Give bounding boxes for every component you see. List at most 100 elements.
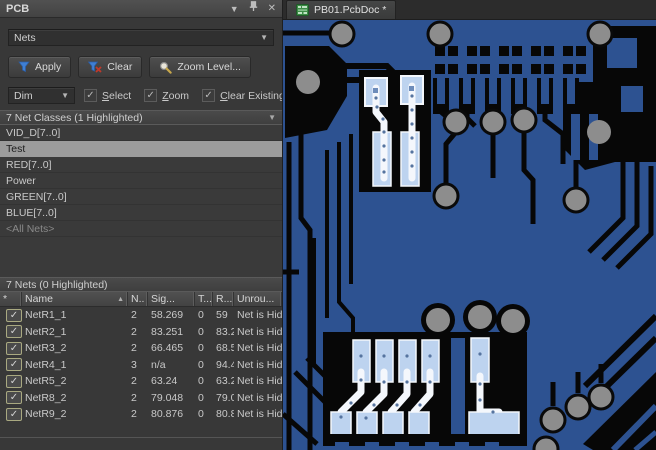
net-classes-header[interactable]: 7 Net Classes (1 Highlighted) ▼ [0, 110, 282, 125]
pcb-canvas[interactable] [283, 20, 656, 450]
pcb-render [283, 20, 656, 450]
net-row[interactable]: ✓NetR1_1 2 58.269 0 59 Net is Hidden [0, 307, 282, 324]
net-row[interactable]: ✓NetR9_2 2 80.876 0 80.8Net is Hidden [0, 406, 282, 423]
dim-value: Dim [14, 89, 33, 102]
net-enable-cell: ✓ [0, 341, 22, 355]
pin-icon[interactable] [249, 0, 258, 18]
net-t-value: 0 [198, 375, 204, 388]
zoom-level-button-label: Zoom Level... [177, 61, 241, 73]
column-header-unrou[interactable]: Unrou... [234, 292, 282, 306]
net-enable-cell: ✓ [0, 374, 22, 388]
net-routed-length: 59 [216, 309, 228, 322]
net-class-item[interactable]: Power [0, 173, 282, 189]
column-header-r[interactable]: R... [213, 292, 234, 306]
dim-select[interactable]: Dim ▼ [8, 87, 75, 104]
panel-dropdown-icon[interactable]: ▼ [230, 0, 239, 18]
column-header-*[interactable]: * [0, 292, 22, 306]
pcbdoc-icon [296, 4, 309, 16]
net-enable-cell: ✓ [0, 325, 22, 339]
checkbox-label: Zoom [162, 89, 190, 102]
magnifier-icon [160, 61, 173, 74]
chevron-down-icon: ▼ [268, 113, 276, 122]
net-class-item[interactable]: GREEN[7..0] [0, 189, 282, 205]
net-visible-checkbox[interactable]: ✓ [6, 308, 22, 322]
net-classes-header-label: 7 Net Classes (1 Highlighted) [6, 111, 143, 124]
checkbox-zoom[interactable]: ✓ [144, 89, 158, 102]
net-class-item[interactable]: BLUE[7..0] [0, 205, 282, 221]
chevron-down-icon: ▼ [61, 91, 69, 100]
column-header-n[interactable]: N.. [128, 292, 148, 306]
net-visible-checkbox[interactable]: ✓ [6, 374, 22, 388]
net-row[interactable]: ✓NetR2_1 2 83.251 0 83.2Net is Hidden [0, 324, 282, 341]
panel-mode-value: Nets [14, 31, 36, 44]
net-visible-checkbox[interactable]: ✓ [6, 391, 22, 405]
net-class-item[interactable]: VID_D[7..0] [0, 125, 282, 141]
net-node-count: 2 [131, 309, 137, 322]
net-classes-list: VID_D[7..0] Test RED[7..0] Power GREEN[7..0]… [0, 125, 282, 277]
net-node-count: 3 [131, 358, 137, 371]
option-checkboxes: ✓ Select ✓ Zoom ✓ Clear Existing [84, 87, 282, 104]
net-visible-checkbox[interactable]: ✓ [6, 341, 22, 355]
net-row[interactable]: ✓NetR8_2 2 79.048 0 79.0Net is Hidden [0, 390, 282, 407]
pcb-highlighted-group-a [359, 70, 431, 192]
sort-ascending-icon: ▲ [117, 296, 124, 303]
net-signal-length: 79.048 [151, 391, 184, 404]
net-unrouted-status: Net is Hidden [237, 342, 282, 355]
net-unrouted-status: Net is Hidden [237, 309, 282, 322]
column-header-name[interactable]: Name ▲ [22, 292, 128, 306]
net-node-count: 2 [131, 342, 137, 355]
net-name: NetR5_2 [25, 375, 67, 388]
action-buttons: Apply Clear Zoom Level... [8, 56, 251, 78]
net-class-item[interactable]: <All Nets> [0, 221, 282, 237]
net-routed-length: 94.4 [216, 358, 234, 371]
close-icon[interactable]: ✕ [268, 0, 276, 18]
net-unrouted-status: Net is Hidden [237, 391, 282, 404]
net-enable-cell: ✓ [0, 358, 22, 372]
zoom-level-button[interactable]: Zoom Level... [149, 56, 251, 78]
clear-button[interactable]: Clear [78, 56, 143, 78]
net-enable-cell: ✓ [0, 391, 22, 405]
net-name: NetR8_2 [25, 391, 67, 404]
net-t-value: 0 [198, 309, 204, 322]
nets-header[interactable]: 7 Nets (0 Highlighted) [0, 277, 282, 292]
checkbox-clear-existing[interactable]: ✓ [202, 89, 216, 102]
nets-header-label: 7 Nets (0 Highlighted) [6, 278, 108, 291]
net-class-item[interactable]: RED[7..0] [0, 157, 282, 173]
clear-button-label: Clear [107, 61, 133, 73]
panel-title: PCB [6, 2, 30, 15]
tab-pb01-pcbdoc[interactable]: PB01.PcbDoc * [286, 0, 397, 19]
net-routed-length: 83.2 [216, 325, 234, 338]
net-visible-checkbox[interactable]: ✓ [6, 407, 22, 421]
panel-header: PCB ▼ ✕ [0, 0, 282, 18]
net-unrouted-status: Net is Hidden [237, 375, 282, 388]
apply-button[interactable]: Apply [8, 56, 72, 78]
net-node-count: 2 [131, 391, 137, 404]
net-name: NetR9_2 [25, 408, 67, 421]
panel-divider [0, 437, 282, 438]
net-signal-length: 58.269 [151, 309, 184, 322]
checkbox-select[interactable]: ✓ [84, 89, 97, 102]
net-unrouted-status: Net is Hidden [237, 358, 282, 371]
panel-mode-select[interactable]: Nets ▼ [8, 29, 274, 46]
editor-area: PB01.PcbDoc * [283, 0, 656, 450]
net-routed-length: 80.8 [216, 408, 234, 421]
net-t-value: 0 [198, 358, 204, 371]
net-t-value: 0 [198, 342, 204, 355]
net-row[interactable]: ✓NetR3_2 2 66.465 0 68.5Net is Hidden [0, 340, 282, 357]
net-class-item[interactable]: Test [0, 141, 282, 157]
nets-table-header: * Name ▲ N.. Sig... T... R... Unrou... [0, 292, 282, 307]
net-signal-length: n/a [151, 358, 166, 371]
net-routed-length: 63.2 [216, 375, 234, 388]
column-header-t[interactable]: T... [195, 292, 213, 306]
funnel-x-icon [88, 61, 102, 73]
net-row[interactable]: ✓NetR4_1 3 n/a 0 94.4Net is Hidden [0, 357, 282, 374]
net-name: NetR1_1 [25, 309, 67, 322]
net-routed-length: 68.5 [216, 342, 234, 355]
net-signal-length: 83.251 [151, 325, 184, 338]
net-visible-checkbox[interactable]: ✓ [6, 358, 22, 372]
net-name: NetR4_1 [25, 358, 67, 371]
net-node-count: 2 [131, 375, 137, 388]
net-visible-checkbox[interactable]: ✓ [6, 325, 22, 339]
net-row[interactable]: ✓NetR5_2 2 63.24 0 63.2Net is Hidden [0, 373, 282, 390]
column-header-sig[interactable]: Sig... [148, 292, 195, 306]
